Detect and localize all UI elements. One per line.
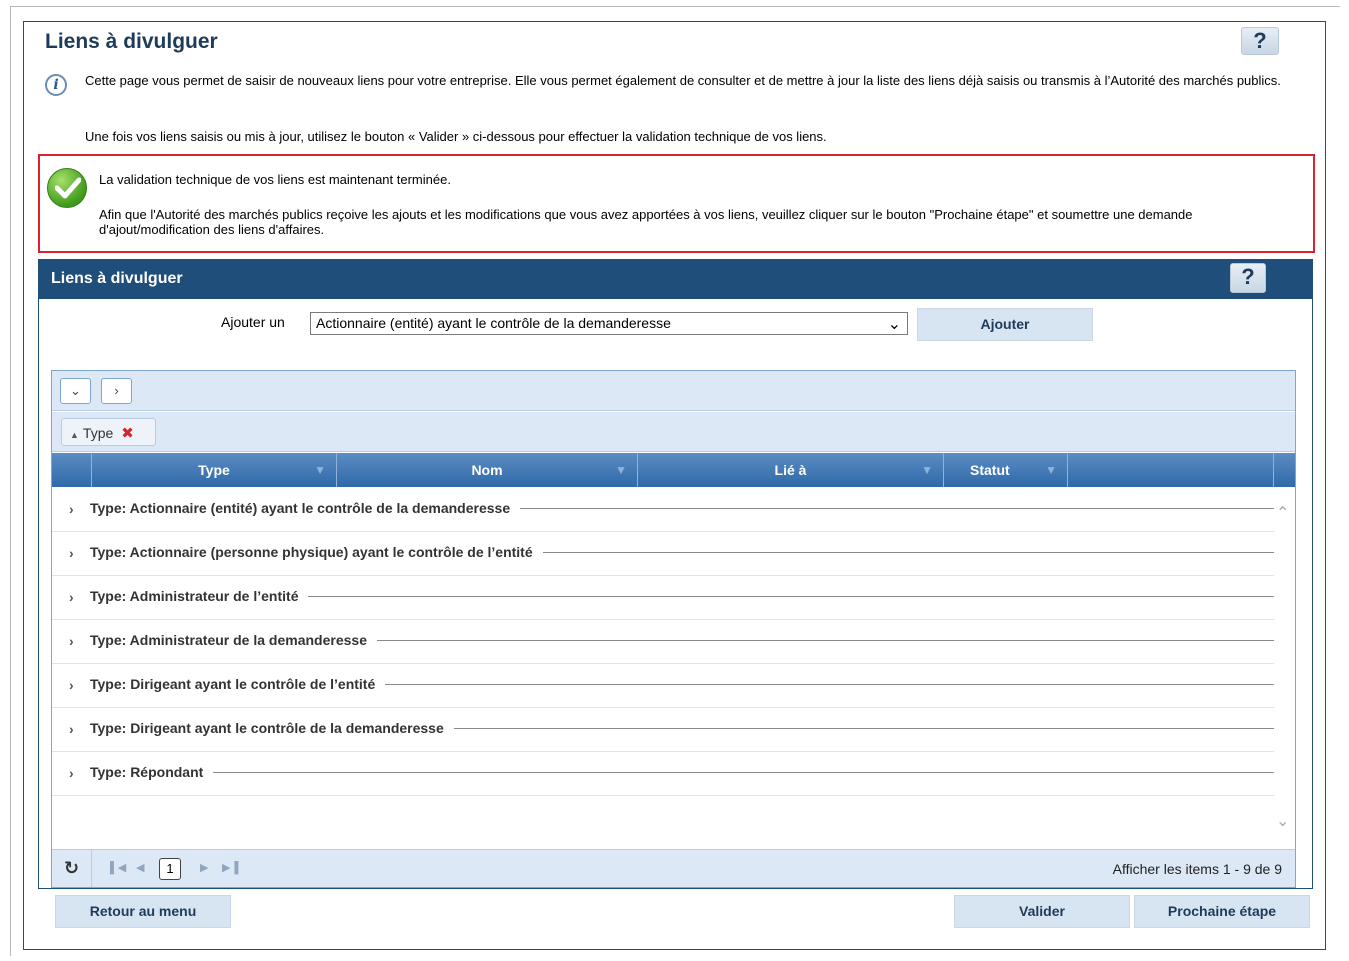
group-row-label: Type: Administrateur de la demanderesse	[90, 632, 377, 648]
page-help-button[interactable]: ?	[1241, 27, 1279, 55]
first-page-icon[interactable]: ▌◀	[110, 861, 126, 874]
scroll-up-icon[interactable]: ⌃	[1276, 503, 1289, 523]
chevron-down-icon: ⌄	[887, 316, 901, 333]
scroll-down-icon[interactable]: ⌄	[1276, 811, 1289, 831]
pager-info: Afficher les items 1 - 9 de 9	[1112, 861, 1282, 877]
filter-icon[interactable]: ▼	[1045, 453, 1057, 487]
panel-header: Liens à divulguer ?	[38, 259, 1313, 299]
panel-body: Ajouter un Actionnaire (entité) ayant le…	[38, 299, 1313, 889]
group-row[interactable]: › Type: Dirigeant ayant le contrôle de l…	[52, 664, 1274, 708]
group-row[interactable]: › Type: Dirigeant ayant le contrôle de l…	[52, 708, 1274, 752]
links-grid: ⌄ › ▲ Type ✖ Type ▼ Nom ▼ Lié à ▼ Statut…	[51, 370, 1296, 888]
group-row-label: Type: Dirigeant ayant le contrôle de l’e…	[90, 676, 386, 692]
column-header-lie-a[interactable]: Lié à ▼	[638, 453, 944, 487]
previous-page-icon[interactable]: ◀	[136, 861, 144, 874]
validate-button[interactable]: Valider	[954, 895, 1130, 928]
expand-column-header	[52, 453, 92, 487]
expand-all-button[interactable]: ⌄	[60, 378, 91, 404]
filter-icon[interactable]: ▼	[615, 453, 627, 487]
grid-header: Type ▼ Nom ▼ Lié à ▼ Statut ▼	[52, 453, 1295, 487]
next-page-icon[interactable]: ▶	[200, 861, 208, 874]
column-header-label: Type	[198, 462, 230, 478]
add-type-label: Ajouter un	[221, 314, 285, 330]
checkmark-icon	[47, 168, 87, 208]
page-title: Liens à divulguer	[45, 30, 218, 53]
chevron-right-icon[interactable]: ›	[69, 545, 74, 561]
chevron-right-icon[interactable]: ›	[69, 633, 74, 649]
panel-title: Liens à divulguer	[51, 270, 183, 287]
info-icon: i	[45, 74, 67, 96]
group-chip[interactable]: ▲ Type ✖	[61, 418, 156, 446]
add-type-select-value: Actionnaire (entité) ayant le contrôle d…	[316, 315, 671, 331]
group-row-line	[90, 772, 1274, 773]
intro-text-validate: Une fois vos liens saisis ou mis à jour,…	[85, 129, 827, 144]
last-page-icon[interactable]: ▶▐	[222, 861, 238, 874]
column-header-label: Lié à	[774, 462, 807, 478]
sort-asc-icon: ▲	[70, 430, 79, 440]
grid-pager: ↻ ▌◀ ◀ 1 ▶ ▶▐ Afficher les items 1 - 9 d…	[52, 849, 1295, 887]
spacer-column-header	[1068, 453, 1274, 487]
refresh-icon[interactable]: ↻	[52, 850, 92, 887]
column-header-statut[interactable]: Statut ▼	[944, 453, 1068, 487]
page-container: Liens à divulguer ? i Cette page vous pe…	[23, 21, 1326, 950]
group-row-label: Type: Répondant	[90, 764, 214, 780]
grid-toolbar: ⌄ ›	[52, 371, 1295, 411]
chevron-right-icon[interactable]: ›	[69, 501, 74, 517]
chevron-right-icon[interactable]: ›	[69, 589, 74, 605]
chevron-right-icon[interactable]: ›	[69, 765, 74, 781]
column-header-label: Statut	[970, 462, 1010, 478]
group-row[interactable]: › Type: Actionnaire (personne physique) …	[52, 532, 1274, 576]
next-step-button[interactable]: Prochaine étape	[1134, 895, 1310, 928]
collapse-all-button[interactable]: ›	[101, 378, 132, 404]
chevron-right-icon[interactable]: ›	[69, 677, 74, 693]
group-row-label: Type: Administrateur de l’entité	[90, 588, 309, 604]
filter-icon[interactable]: ▼	[314, 453, 326, 487]
panel-help-button[interactable]: ?	[1230, 263, 1266, 293]
remove-group-icon[interactable]: ✖	[121, 425, 134, 442]
group-chip-label: Type	[82, 425, 114, 441]
add-button[interactable]: Ajouter	[917, 308, 1093, 341]
success-message-box: La validation technique de vos liens est…	[38, 154, 1315, 253]
column-header-label: Nom	[471, 462, 503, 478]
current-page-number[interactable]: 1	[159, 858, 181, 880]
add-type-select[interactable]: Actionnaire (entité) ayant le contrôle d…	[310, 312, 908, 335]
success-instructions: Afin que l'Autorité des marchés publics …	[99, 207, 1193, 237]
group-row-label: Type: Dirigeant ayant le contrôle de la …	[90, 720, 454, 736]
group-row[interactable]: › Type: Répondant	[52, 752, 1274, 796]
group-row[interactable]: › Type: Actionnaire (entité) ayant le co…	[52, 488, 1274, 532]
group-row-label: Type: Actionnaire (personne physique) ay…	[90, 544, 543, 560]
group-row-label: Type: Actionnaire (entité) ayant le cont…	[90, 500, 521, 516]
success-text: La validation technique de vos liens est…	[99, 172, 451, 187]
group-area: ▲ Type ✖	[52, 412, 1295, 452]
filter-icon[interactable]: ▼	[921, 453, 933, 487]
intro-text: Cette page vous permet de saisir de nouv…	[85, 73, 1281, 88]
column-header-type[interactable]: Type ▼	[92, 453, 337, 487]
column-header-nom[interactable]: Nom ▼	[337, 453, 638, 487]
group-row[interactable]: › Type: Administrateur de la demanderess…	[52, 620, 1274, 664]
group-row[interactable]: › Type: Administrateur de l’entité	[52, 576, 1274, 620]
back-to-menu-button[interactable]: Retour au menu	[55, 895, 231, 928]
chevron-right-icon[interactable]: ›	[69, 721, 74, 737]
